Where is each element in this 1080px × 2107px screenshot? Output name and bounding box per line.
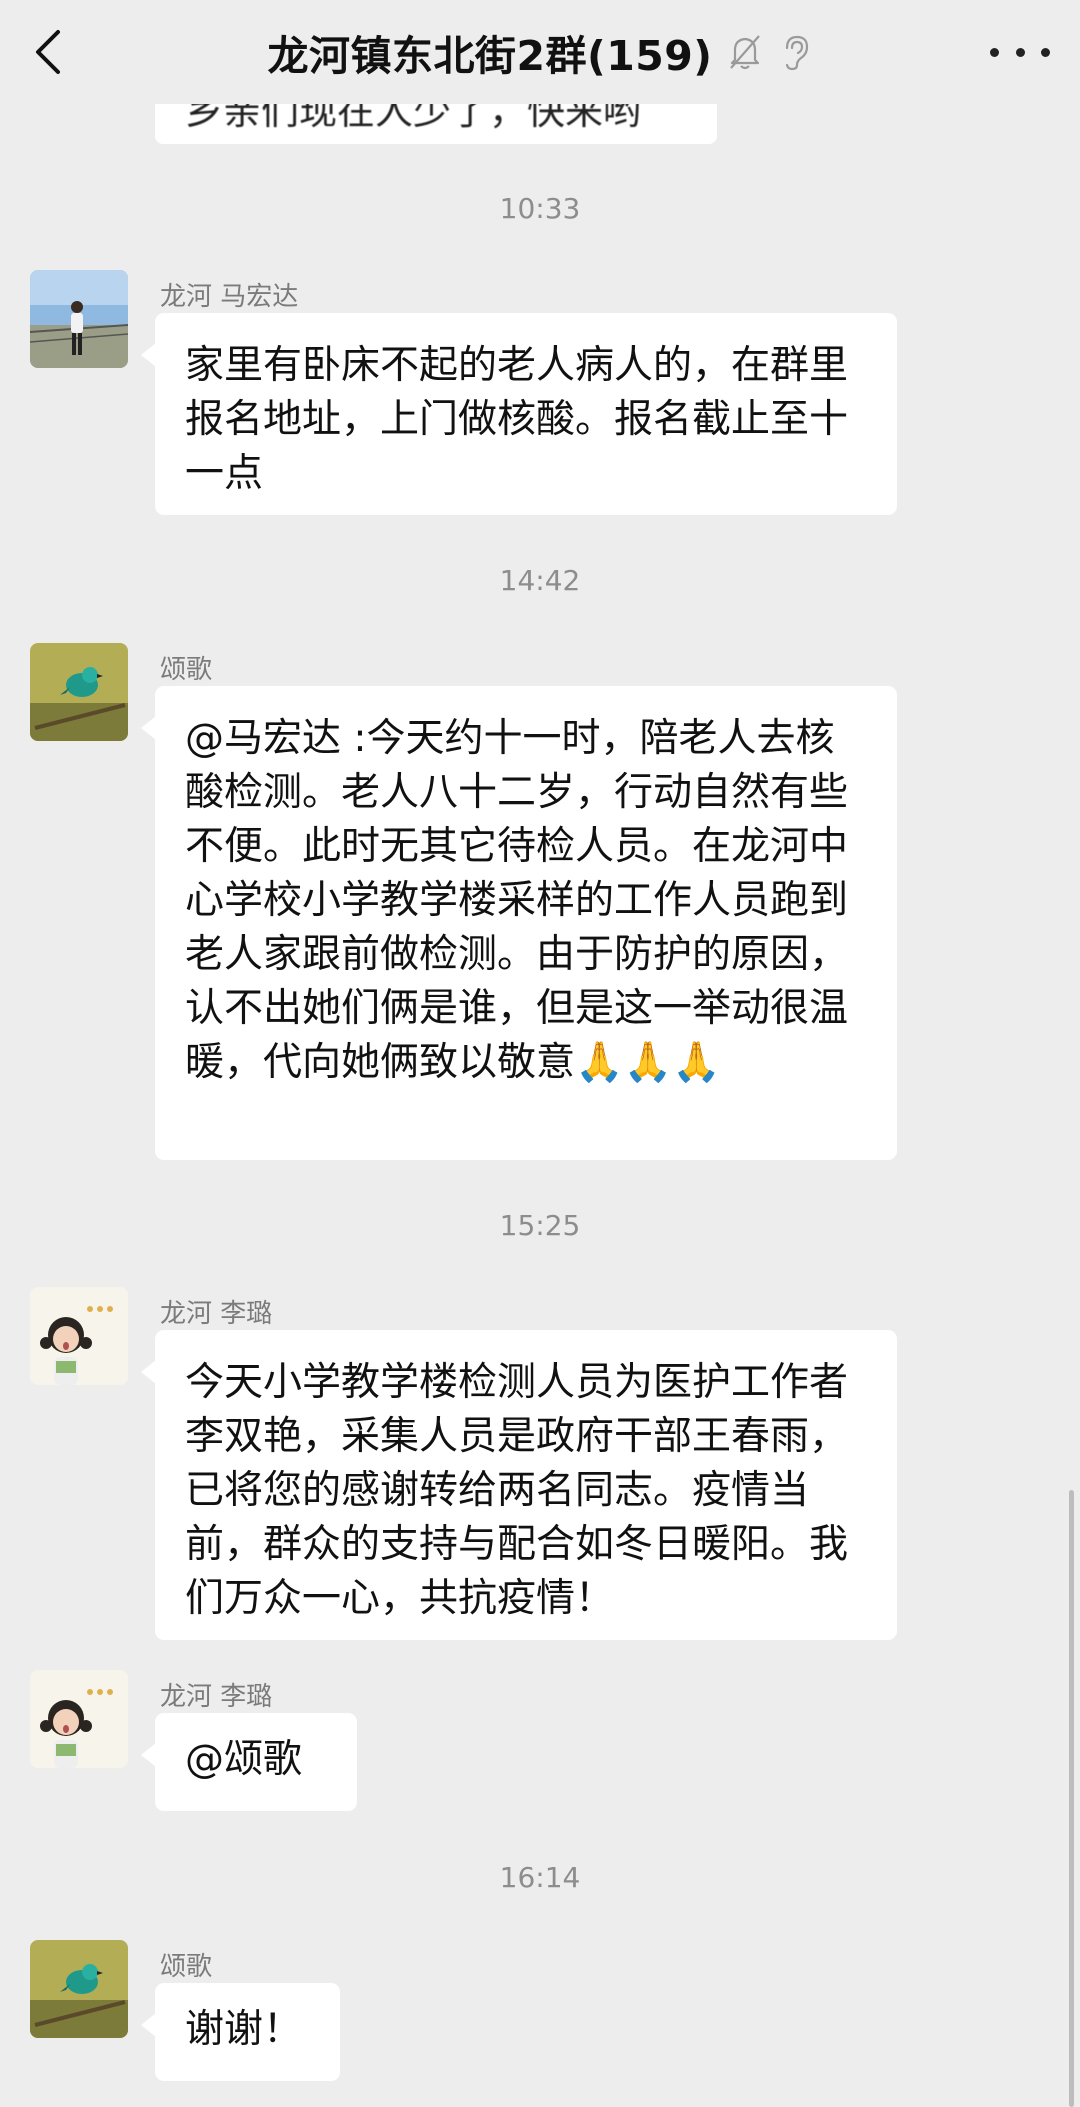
chat-area[interactable]: 乡亲们现在人少了，快来哟 10:33 龙河 马宏达 家里有卧床不起的老人病人的，… [0, 0, 1080, 2107]
message-text: 今天小学教学楼检测人员为医护工作者李双艳，采集人员是政府干部王春雨，已将您的感谢… [185, 1360, 849, 1621]
message-text: @颂歌 [185, 1737, 303, 1782]
message-bubble[interactable]: 家里有卧床不起的老人病人的，在群里报名地址，上门做核酸。报名截止至十一点 [141, 313, 897, 515]
message-text: 家里有卧床不起的老人病人的，在群里报名地址，上门做核酸。报名截止至十一点 [185, 343, 849, 496]
avatar-songge[interactable] [30, 643, 128, 741]
timestamp: 14:42 [499, 564, 581, 597]
more-button[interactable] [990, 30, 1050, 74]
top-bar: 龙河镇东北街2群(159) [0, 0, 1080, 104]
message-bubble[interactable]: 谢谢！ [141, 1983, 340, 2081]
sender-name: 龙河 马宏达 [160, 282, 299, 312]
timestamp: 10:33 [499, 192, 581, 225]
message-bubble[interactable]: @马宏达 :今天约十一时，陪老人去核酸检测。老人八十二岁，行动自然有些不便。此时… [141, 686, 897, 1160]
message-text: 谢谢！ [185, 2007, 303, 2052]
avatar-mahongda[interactable] [30, 270, 128, 368]
message-bubble[interactable]: @颂歌 [141, 1713, 357, 1811]
avatar-lilu[interactable] [30, 1287, 128, 1385]
ear-icon [785, 35, 808, 71]
message-text: @马宏达 :今天约十一时，陪老人去核酸检测。老人八十二岁，行动自然有些不便。此时… [185, 716, 849, 1085]
bell-off-icon [729, 35, 760, 70]
avatar-lilu[interactable] [30, 1670, 128, 1768]
timestamp: 16:14 [499, 1861, 581, 1894]
sender-name: 龙河 李璐 [160, 1682, 273, 1712]
message-bubble[interactable]: 今天小学教学楼检测人员为医护工作者李双艳，采集人员是政府干部王春雨，已将您的感谢… [141, 1330, 897, 1640]
sender-name: 龙河 李璐 [160, 1299, 273, 1329]
avatar-songge[interactable] [30, 1940, 128, 2038]
timestamp: 15:25 [499, 1209, 581, 1242]
sender-name: 颂歌 [160, 655, 213, 685]
more-horizontal-icon [990, 47, 999, 57]
sender-name: 颂歌 [160, 1952, 213, 1982]
scrollbar[interactable] [1069, 1490, 1074, 2107]
chat-title: 龙河镇东北街2群(159) [267, 32, 713, 80]
title-group: 龙河镇东北街2群(159) [0, 22, 1080, 82]
